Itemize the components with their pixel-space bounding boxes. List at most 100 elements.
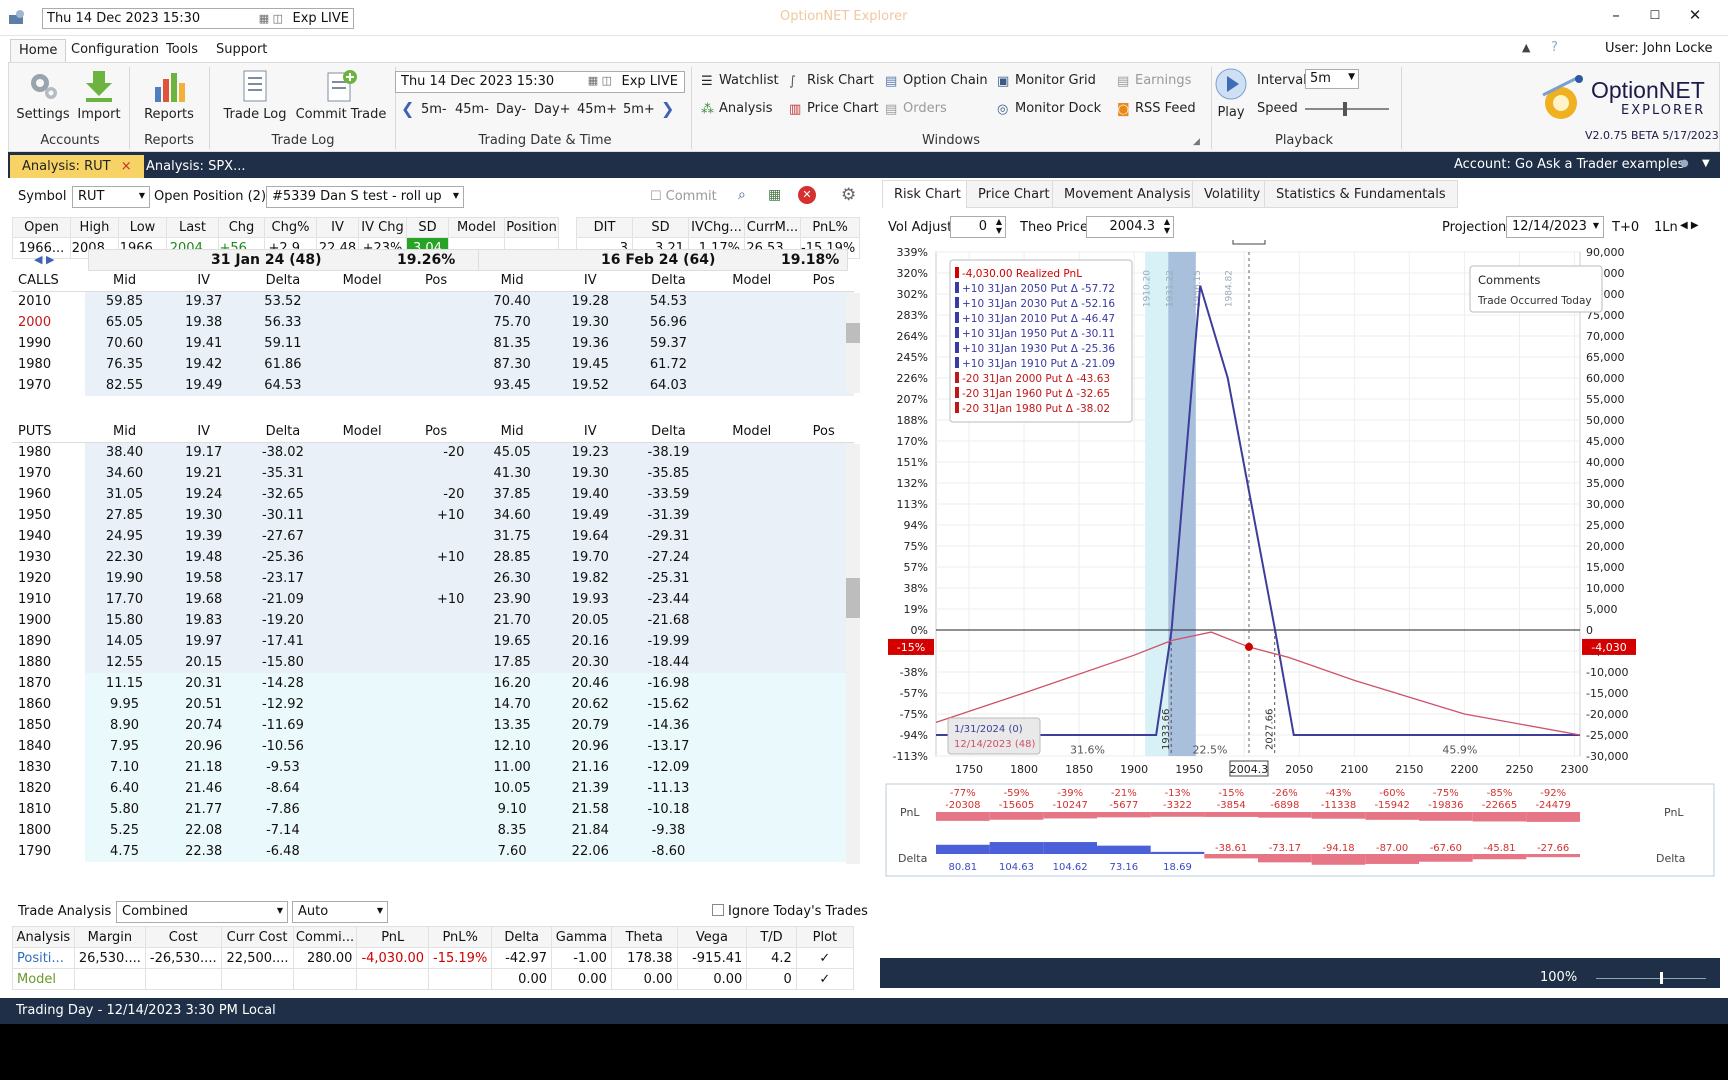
reports-button[interactable]: Reports (137, 69, 201, 122)
orders-button[interactable]: ▤ Orders (885, 101, 947, 117)
help-icon[interactable]: ? (1551, 40, 1558, 55)
price-chart-button[interactable]: ▥ Price Chart (789, 101, 879, 117)
table-row[interactable]: 1990 70.60 19.41 59.11 81.35 19.36 59.37 (12, 333, 854, 354)
table-row[interactable]: 1800 5.25 22.08 -7.14 8.35 21.84 -9.38 (12, 820, 854, 841)
table-row[interactable]: 1840 7.95 20.96 -10.56 12.10 20.96 -13.17 (12, 736, 854, 757)
table-row[interactable]: 1910 17.70 19.68 -21.09 +10 23.90 19.93 -23.44 (12, 589, 854, 610)
speed-slider-thumb[interactable] (1343, 102, 1347, 116)
step-day-minus[interactable]: Day- (496, 102, 526, 117)
table-cell[interactable]: ✓ (795, 947, 855, 969)
play-button[interactable]: Play (1209, 67, 1253, 120)
windows-launcher-icon[interactable]: ◢ (1193, 137, 1200, 147)
table-row[interactable]: 1930 22.30 19.48 -25.36 +10 28.85 19.70 -27.24 (12, 547, 854, 568)
spinner-icon[interactable]: ▲ ▼ (996, 217, 1002, 235)
pin-icon[interactable]: ● (1680, 158, 1689, 169)
monitor-dock-button[interactable]: ◎ Monitor Dock (997, 101, 1101, 117)
speed-slider[interactable] (1305, 102, 1389, 116)
table-row[interactable]: 1970 82.55 19.49 64.53 93.45 19.52 64.03 (12, 375, 854, 396)
maximize-icon[interactable]: ☐ (1645, 8, 1665, 22)
table-row[interactable]: Positi... 26,530.... -26,530.... 22,500....… (12, 947, 855, 969)
calendar-icon[interactable]: ▦ ◫ (588, 74, 612, 87)
scroll-thumb[interactable] (846, 578, 860, 618)
table-row[interactable]: 1960 31.05 19.24 -32.65 -20 37.85 19.40 -33.59 (12, 484, 854, 505)
trade-log-button[interactable]: Trade Log (215, 69, 295, 122)
table-row[interactable]: 1970 34.60 19.21 -35.31 41.30 19.30 -35.85 (12, 463, 854, 484)
table-row[interactable]: 1940 24.95 19.39 -27.67 31.75 19.64 -29.31 (12, 526, 854, 547)
tab-support[interactable]: Support (208, 39, 275, 62)
prev-next-icon[interactable]: ◀ ▶ (1680, 220, 1699, 231)
table-row[interactable]: 2010 59.85 19.37 53.52 70.40 19.28 54.53 (12, 291, 854, 312)
table-row[interactable]: 1870 11.15 20.31 -14.28 16.20 20.46 -16.98 (12, 673, 854, 694)
combined-select[interactable]: Combined ▼ (116, 901, 288, 923)
tab-analysis-rut[interactable]: Analysis: RUT × (10, 155, 144, 178)
table-row[interactable]: 1850 8.90 20.74 -11.69 13.35 20.79 -14.36 (12, 715, 854, 736)
close-position-icon[interactable]: ✕ (798, 186, 816, 204)
tab-home[interactable]: Home (10, 39, 67, 62)
puts-scrollbar[interactable] (846, 444, 860, 864)
scroll-thumb[interactable] (846, 323, 860, 343)
risk-chart-button[interactable]: ∫ Risk Chart (789, 73, 874, 89)
table-row[interactable]: 1900 15.80 19.83 -19.20 21.70 20.05 -21.68 (12, 610, 854, 631)
analysis-button[interactable]: ⁂ Analysis (701, 101, 773, 117)
step-5m-minus[interactable]: 5m- (421, 102, 447, 117)
projection-select[interactable]: 12/14/2023 ▼ (1506, 216, 1604, 238)
minimize-icon[interactable]: – (1606, 6, 1626, 24)
table-row[interactable]: 1980 76.35 19.42 61.86 87.30 19.45 61.72 (12, 354, 854, 375)
table-row[interactable]: 1790 4.75 22.38 -6.48 7.60 22.06 -8.60 (12, 841, 854, 862)
step-5m-plus[interactable]: 5m+ (623, 102, 655, 117)
theo-price-input[interactable]: 2004.3 ▲ ▼ (1086, 216, 1174, 238)
monitor-grid-button[interactable]: ▣ Monitor Grid (997, 73, 1096, 89)
table-row[interactable]: 1890 14.05 19.97 -17.41 19.65 20.16 -19.99 (12, 631, 854, 652)
step-forward-icon[interactable]: ❯ (661, 99, 674, 118)
table-row[interactable]: Model 0.00 0.00 0.00 0.00 0 ✓ (12, 968, 855, 990)
ignore-today-checkbox[interactable]: Ignore Today's Trades (712, 904, 868, 919)
tab-volatility[interactable]: Volatility (1192, 180, 1273, 208)
collapse-ribbon-icon[interactable]: ▲ (1522, 41, 1530, 54)
symbol-select[interactable]: RUT ▼ (72, 186, 150, 208)
trading-date-field[interactable]: Thu 14 Dec 2023 15:30 ▦ ◫ Exp LIVE (395, 71, 685, 93)
step-day-plus[interactable]: Day+ (534, 102, 571, 117)
table-row[interactable]: 2000 65.05 19.38 56.33 75.70 19.30 56.96 (12, 312, 854, 333)
tab-statistics[interactable]: Statistics & Fundamentals (1264, 180, 1458, 208)
step-45m-plus[interactable]: 45m+ (577, 102, 617, 117)
table-row[interactable]: 1830 7.10 21.18 -9.53 11.00 21.16 -12.09 (12, 757, 854, 778)
spinner-icon[interactable]: ▲ ▼ (1164, 217, 1170, 235)
commit-button[interactable]: ☐ Commit (650, 189, 717, 204)
position-select[interactable]: #5339 Dan S test - roll up ▼ (266, 186, 464, 208)
earnings-button[interactable]: ▤ Earnings (1117, 73, 1191, 89)
tab-movement-analysis[interactable]: Movement Analysis (1052, 180, 1203, 208)
option-chain-button[interactable]: ▤ Option Chain (885, 73, 988, 89)
table-cell[interactable]: ✓ (795, 968, 855, 990)
gear-icon[interactable]: ⚙ (841, 185, 856, 205)
step-back-icon[interactable]: ❮ (401, 99, 414, 118)
commit-trade-button[interactable]: Commit Trade (291, 69, 391, 122)
calendar-icon[interactable]: ▦ ◫ (259, 12, 283, 25)
table-row[interactable]: 1980 38.40 19.17 -38.02 -20 45.05 19.23 -38.19 (12, 442, 854, 463)
zoom-slider-thumb[interactable] (1660, 972, 1663, 984)
risk-chart[interactable]: 90,00085,00080,00075,00070,00065,00060,0… (880, 240, 1720, 1024)
current-pnl-marker[interactable] (1244, 642, 1253, 651)
zoom-slider[interactable] (1596, 972, 1706, 984)
auto-select[interactable]: Auto ▼ (292, 901, 388, 923)
chevron-down-icon[interactable]: ▼ (1702, 158, 1710, 169)
table-row[interactable]: 1860 9.95 20.51 -12.92 14.70 20.62 -15.62 (12, 694, 854, 715)
rss-feed-button[interactable]: ◙ RSS Feed (1117, 101, 1196, 117)
table-row[interactable]: 1920 19.90 19.58 -23.17 26.30 19.82 -25.31 (12, 568, 854, 589)
step-45m-minus[interactable]: 45m- (455, 102, 489, 117)
watchlist-button[interactable]: ☰ Watchlist (701, 73, 779, 89)
table-row[interactable]: 1820 6.40 21.46 -8.64 10.05 21.39 -11.13 (12, 778, 854, 799)
interval-select[interactable]: 5m ▼ (1305, 69, 1359, 89)
tab-configuration[interactable]: Configuration (63, 39, 167, 62)
table-row[interactable]: 1810 5.80 21.77 -7.86 9.10 21.58 -10.18 (12, 799, 854, 820)
tab-price-chart[interactable]: Price Chart (966, 180, 1062, 208)
table-row[interactable]: 1880 12.55 20.15 -15.80 17.85 20.30 -18.44 (12, 652, 854, 673)
close-icon[interactable]: ✕ (1685, 6, 1705, 24)
grid-icon[interactable]: ▦ (768, 187, 781, 203)
tab-tools[interactable]: Tools (158, 39, 206, 62)
settings-button[interactable]: Settings (15, 69, 71, 122)
table-row[interactable]: 1950 27.85 19.30 -30.11 +10 34.60 19.49 -31.39 (12, 505, 854, 526)
import-button[interactable]: Import (73, 69, 125, 122)
close-tab-icon[interactable]: × (121, 159, 132, 174)
tab-risk-chart[interactable]: Risk Chart (882, 180, 973, 208)
calls-scrollbar[interactable] (846, 293, 860, 393)
